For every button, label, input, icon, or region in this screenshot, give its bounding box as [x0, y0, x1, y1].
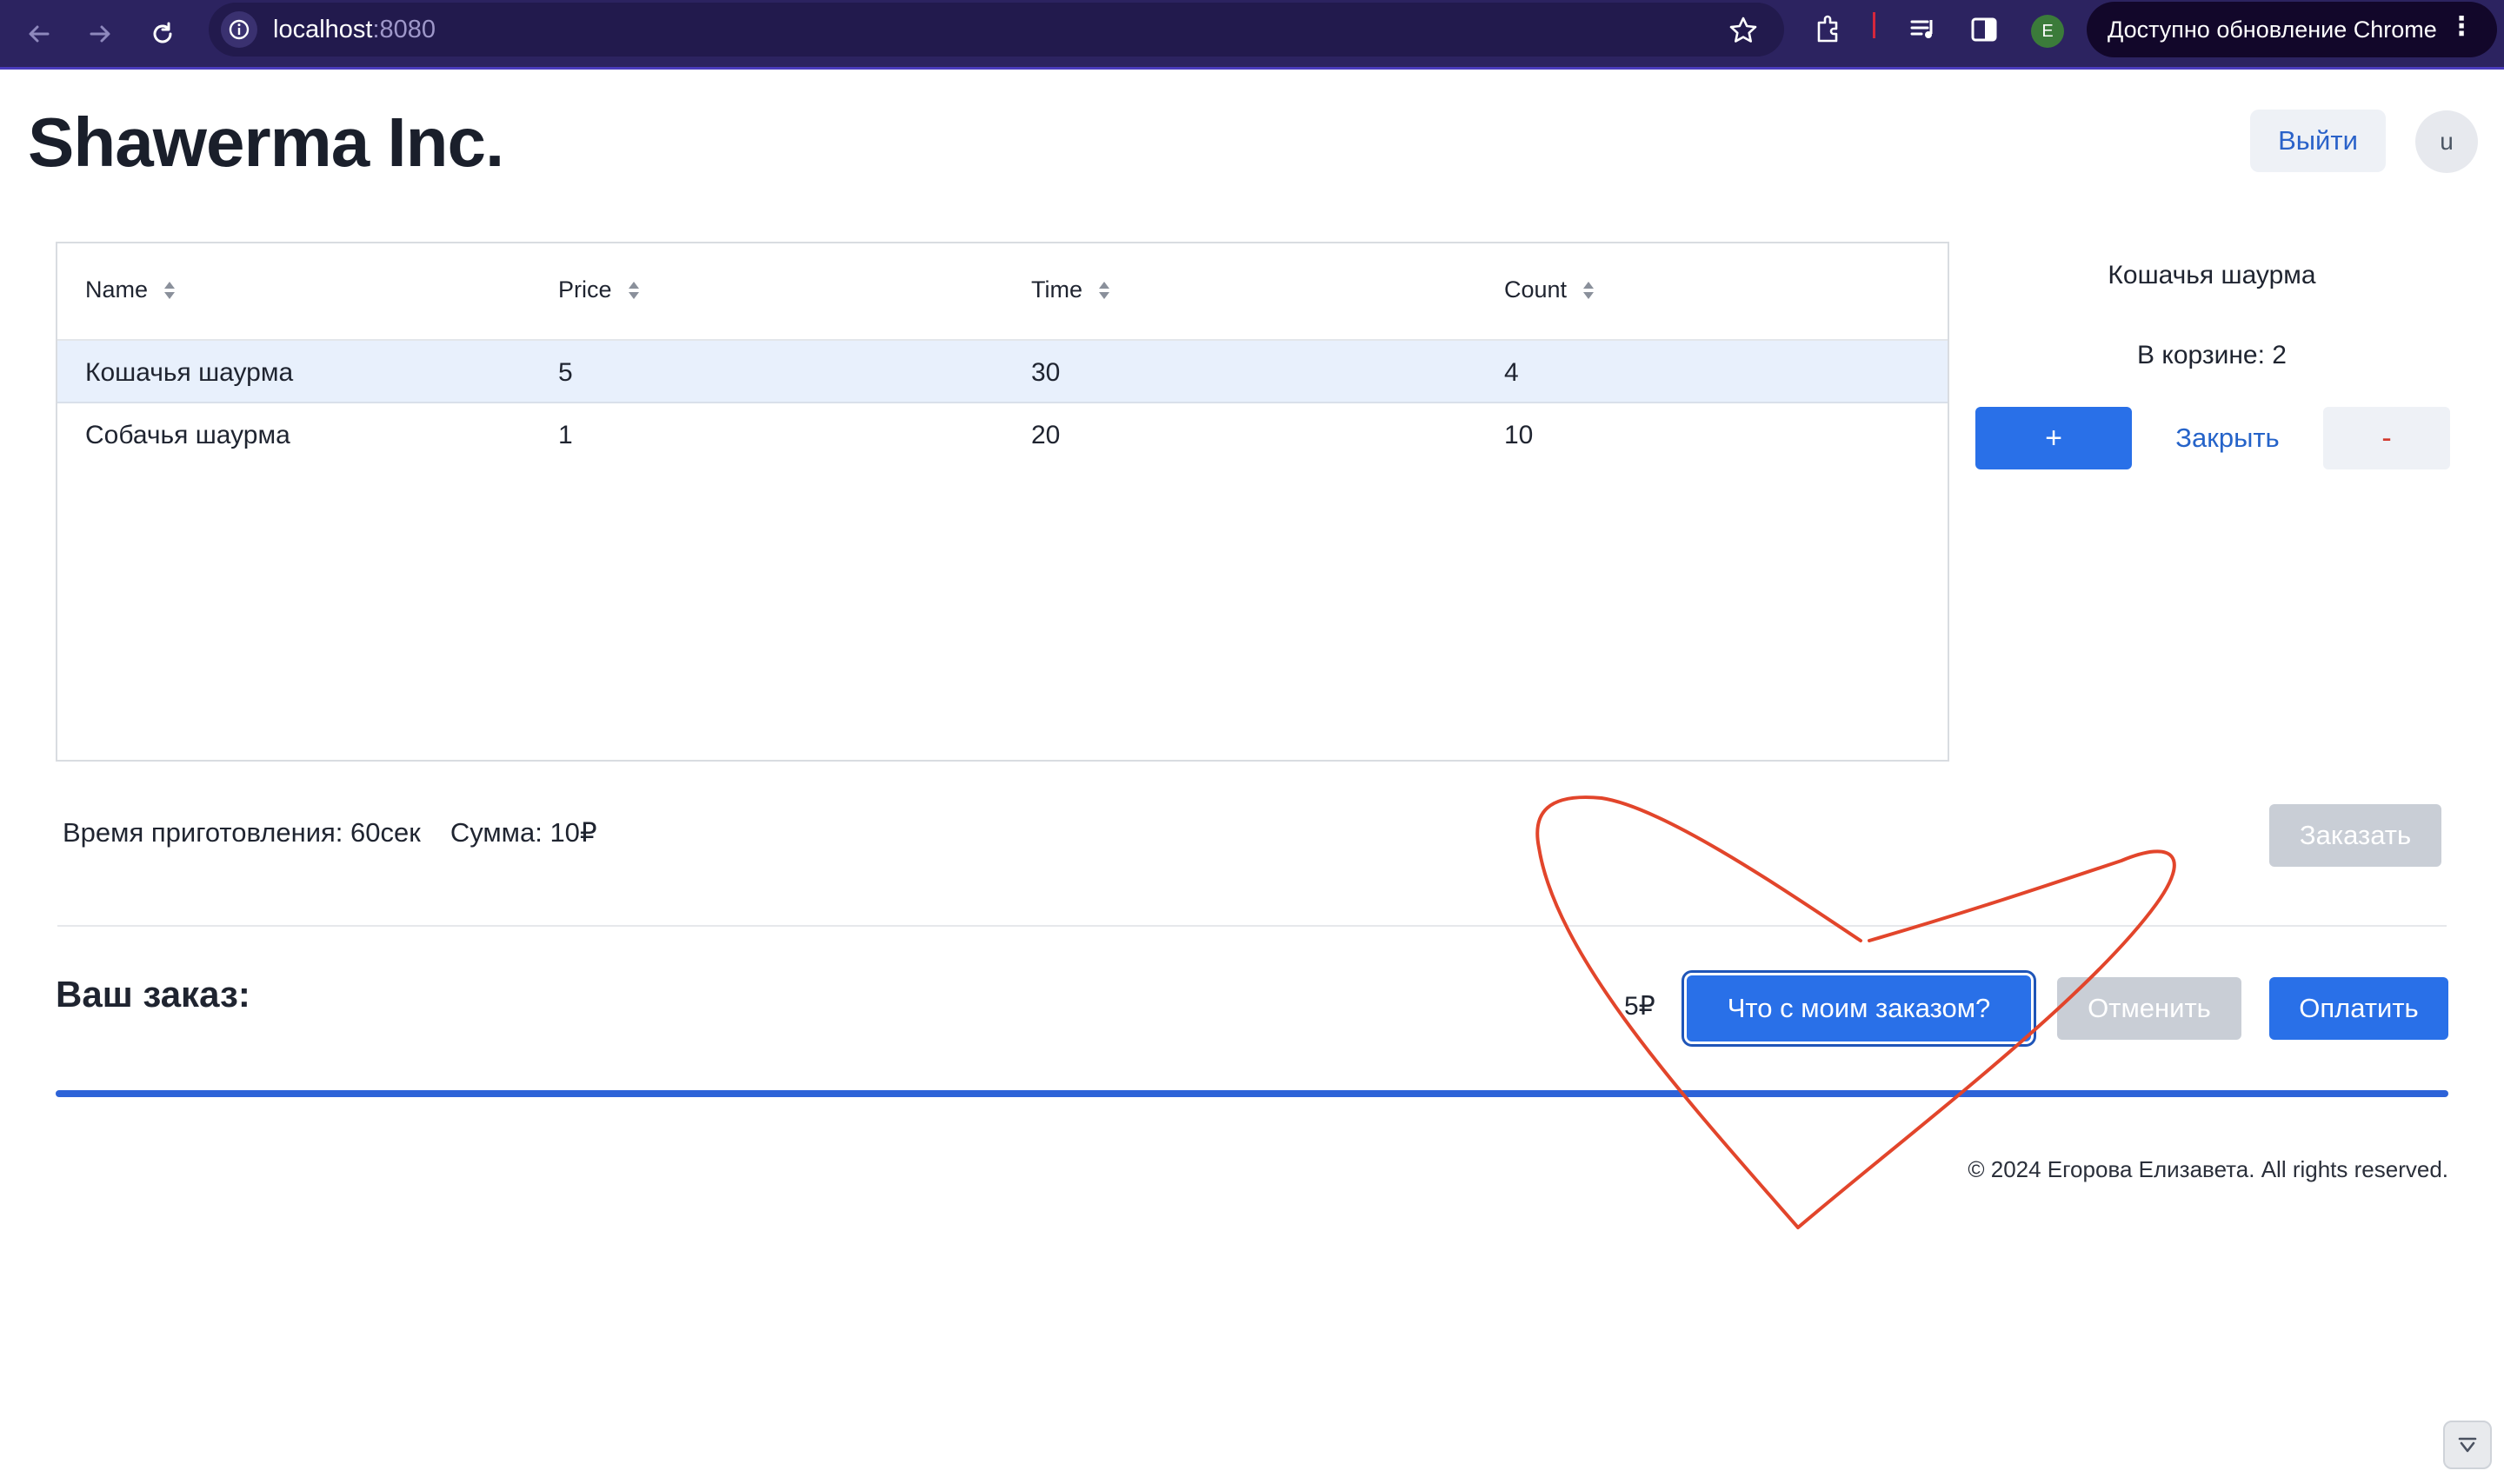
sort-icon[interactable] — [163, 280, 176, 301]
table-row[interactable]: Кошачья шаурма 5 30 4 — [57, 341, 1948, 403]
remove-from-cart-button[interactable]: - — [2323, 407, 2450, 469]
sort-icon[interactable] — [1582, 280, 1595, 301]
selected-item-title: Кошачья шаурма — [2108, 261, 2316, 289]
url-text: localhost:8080 — [273, 16, 436, 44]
column-header-price[interactable]: Price — [558, 276, 640, 303]
basket-count: В корзине: 2 — [2137, 341, 2287, 369]
sum-text: Сумма: 10₽ — [450, 817, 597, 848]
cell-count: 4 — [1504, 358, 1519, 387]
column-header-count[interactable]: Count — [1504, 276, 1595, 303]
cell-name: Собачья шаурма — [85, 421, 290, 449]
column-header-label: Time — [1031, 276, 1082, 303]
chevron-down-widget-icon[interactable] — [2443, 1421, 2492, 1469]
pay-button[interactable]: Оплатить — [2269, 977, 2448, 1040]
sort-icon[interactable] — [1098, 280, 1110, 301]
close-button[interactable]: Закрыть — [2148, 407, 2308, 469]
more-menu-icon[interactable]: ⋮ — [2448, 14, 2474, 40]
url-host: localhost — [273, 16, 373, 43]
url-port: :8080 — [372, 16, 436, 43]
menu-table: Name Price Time Count Кошачья шаурма 5 3… — [56, 242, 1949, 762]
cell-time: 30 — [1031, 358, 1061, 387]
section-divider — [57, 925, 2447, 927]
profile-avatar[interactable]: E — [2031, 15, 2064, 48]
column-header-label: Price — [558, 276, 612, 303]
browser-toolbar: localhost:8080 E Доступно обновление Chr… — [0, 0, 2504, 70]
your-order-heading: Ваш заказ: — [56, 974, 250, 1015]
chrome-update-label: Доступно обновление Chrome — [2108, 16, 2437, 43]
cell-price: 5 — [558, 358, 573, 387]
order-summary: Время приготовления: 60сек Сумма: 10₽ — [63, 817, 597, 848]
column-header-label: Count — [1504, 276, 1568, 303]
order-progress-bar — [56, 1090, 2448, 1097]
extensions-icon[interactable] — [1814, 14, 1845, 50]
brand-title: Shawerma Inc. — [28, 103, 504, 181]
cell-name: Кошачья шаурма — [85, 358, 294, 387]
logout-button[interactable]: Выйти — [2250, 110, 2386, 172]
chrome-update-button[interactable]: Доступно обновление Chrome ⋮ — [2087, 2, 2497, 57]
cell-count: 10 — [1504, 421, 1534, 449]
order-price: 5₽ — [1624, 992, 1655, 1021]
cell-price: 1 — [558, 421, 573, 449]
column-header-time[interactable]: Time — [1031, 276, 1110, 303]
bookmark-star-icon[interactable] — [1728, 16, 1758, 50]
sort-icon[interactable] — [628, 280, 640, 301]
media-control-icon[interactable] — [1908, 14, 1939, 50]
order-progress-fill — [56, 1090, 2448, 1097]
reload-icon[interactable] — [139, 10, 186, 57]
order-status-button[interactable]: Что с моим заказом? — [1687, 975, 2031, 1041]
toolbar-divider — [1873, 12, 1875, 38]
back-icon[interactable] — [16, 10, 63, 57]
address-bar[interactable]: localhost:8080 — [209, 3, 1784, 57]
forward-icon[interactable] — [77, 10, 123, 57]
table-row[interactable]: Собачья шаурма 1 20 10 — [57, 403, 1948, 466]
cell-time: 20 — [1031, 421, 1061, 449]
user-avatar[interactable]: u — [2415, 110, 2478, 173]
table-header: Name Price Time Count — [57, 243, 1948, 341]
side-panel-icon[interactable] — [1968, 14, 2000, 50]
column-header-name[interactable]: Name — [85, 276, 176, 303]
cancel-order-button[interactable]: Отменить — [2057, 977, 2241, 1040]
site-info-icon[interactable] — [221, 11, 257, 48]
prep-time-text: Время приготовления: 60сек — [63, 817, 421, 848]
footer-copyright: © 2024 Егорова Елизавета. All rights res… — [1968, 1156, 2448, 1182]
add-to-cart-button[interactable]: + — [1975, 407, 2132, 469]
column-header-label: Name — [85, 276, 149, 303]
place-order-button[interactable]: Заказать — [2269, 804, 2441, 867]
